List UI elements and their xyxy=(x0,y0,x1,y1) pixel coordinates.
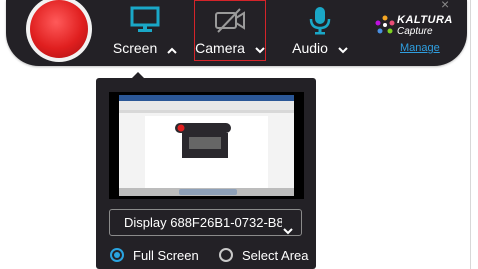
full-screen-radio[interactable]: Full Screen xyxy=(110,247,200,265)
monitor-icon xyxy=(130,6,160,39)
microphone-icon xyxy=(307,6,333,41)
screen-source-button[interactable]: Screen xyxy=(102,0,188,62)
display-select[interactable]: Display 688F26B1-0732-B8... xyxy=(109,209,302,236)
brand-name: KALTURA xyxy=(397,14,453,26)
chevron-down-icon xyxy=(283,218,293,235)
chevron-up-icon[interactable] xyxy=(167,41,177,57)
audio-source-button[interactable]: Audio xyxy=(278,0,362,62)
audio-label: Audio xyxy=(292,40,328,56)
desktop-edge xyxy=(470,0,471,269)
camera-off-icon xyxy=(213,7,247,40)
chevron-down-icon[interactable] xyxy=(255,41,265,57)
full-screen-label: Full Screen xyxy=(133,248,199,263)
select-area-label: Select Area xyxy=(242,248,309,263)
screen-label: Screen xyxy=(112,40,158,56)
radio-selected-icon xyxy=(110,248,124,262)
close-icon[interactable]: × xyxy=(441,0,449,11)
screen-preview xyxy=(109,92,304,199)
brand-sub: Capture xyxy=(397,26,433,37)
camera-source-button[interactable]: Camera xyxy=(194,0,266,61)
display-select-value: Display 688F26B1-0732-B8... xyxy=(124,215,282,230)
radio-unselected-icon xyxy=(219,248,233,262)
record-button[interactable] xyxy=(30,0,88,58)
manage-link[interactable]: Manage xyxy=(400,42,440,54)
chevron-down-icon[interactable] xyxy=(338,41,348,57)
camera-label: Camera xyxy=(195,40,245,56)
select-area-radio[interactable]: Select Area xyxy=(219,247,309,265)
